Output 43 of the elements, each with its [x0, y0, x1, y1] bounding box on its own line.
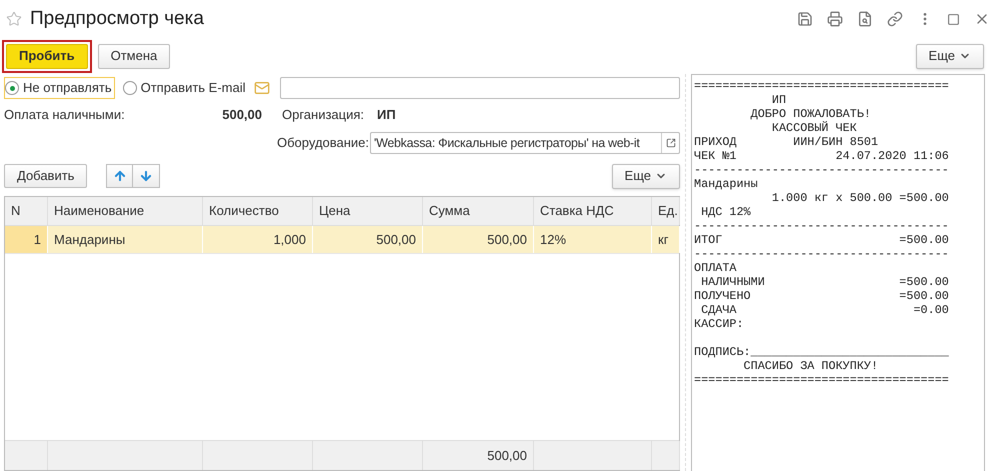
column-header[interactable]: N: [5, 197, 48, 225]
receipt-text: ==================================== ИП ДОБРО ПОЖАЛОВАТЬ! КАССОВЫЙ ЧЕК ПРИХОД ИИН/БИН 8501 ЧЕК №1 24.07.2020 11:06 ------------------------------------ Мандарины 1.000 кг x 500.00 =500.00 НДС 12% ------------------------------------ ИТОГ =500.00 ------------------------------------ ОПЛАТА НАЛИЧНЫМИ =500.00 ПОЛУЧЕНО =500.00 СДАЧА =0.00 КАССИР: ПОДПИСЬ:____________________________ СПАСИБО ЗА ПОКУПКУ! ====================================: [694, 79, 950, 387]
more-button[interactable]: Еще: [612, 164, 680, 188]
table-cell: 12%: [534, 226, 652, 253]
organization-value: ИП: [377, 106, 396, 124]
table-cell: 1,000: [203, 226, 313, 253]
mail-icon: [254, 80, 270, 96]
radio-option[interactable]: Не отправлять: [4, 77, 115, 99]
radio-option[interactable]: Отправить E-mail: [122, 78, 246, 98]
preview-icon[interactable]: [857, 11, 873, 27]
payment-amount: 500,00: [221, 106, 262, 124]
column-header[interactable]: Цена: [313, 197, 423, 225]
sum-total: 500,00: [487, 446, 527, 465]
table-cell: 500,00: [313, 226, 423, 253]
field-label: Организация:: [282, 106, 366, 124]
more-button[interactable]: Еще: [916, 44, 984, 68]
down-arrow-icon: [139, 169, 154, 183]
up-arrow-icon: [112, 169, 127, 183]
column-header[interactable]: Ставка НДС: [534, 197, 652, 225]
field-label: Оплата наличными:: [4, 106, 126, 124]
column-header[interactable]: Сумма: [423, 197, 534, 225]
equipment-field[interactable]: 'Webkassa: Фискальные регистраторы' на web-it: [370, 132, 680, 154]
open-icon[interactable]: [666, 138, 676, 148]
move-down-button[interactable]: [133, 164, 160, 188]
table-cell: 1: [5, 226, 48, 253]
window-title: Предпросмотр чека: [30, 6, 204, 31]
link-icon[interactable]: [887, 11, 903, 27]
field-label: Оборудование:: [277, 134, 370, 152]
print-icon[interactable]: [827, 11, 843, 27]
column-header[interactable]: Наименование: [48, 197, 203, 225]
column-header[interactable]: Ед.: [652, 197, 680, 225]
maximize-icon[interactable]: [947, 12, 960, 26]
action-button[interactable]: Пробить: [6, 44, 88, 68]
table-cell: 500,00: [423, 226, 534, 253]
save-icon[interactable]: [797, 11, 813, 27]
action-button[interactable]: Отмена: [98, 44, 170, 68]
column-header[interactable]: Количество: [203, 197, 313, 225]
move-up-button[interactable]: [106, 164, 134, 188]
table-cell: Мандарины: [48, 226, 203, 253]
table-cell: кг: [652, 226, 680, 253]
email-field[interactable]: [280, 77, 680, 99]
star-icon[interactable]: [6, 11, 22, 27]
add-button[interactable]: Добавить: [4, 164, 88, 188]
